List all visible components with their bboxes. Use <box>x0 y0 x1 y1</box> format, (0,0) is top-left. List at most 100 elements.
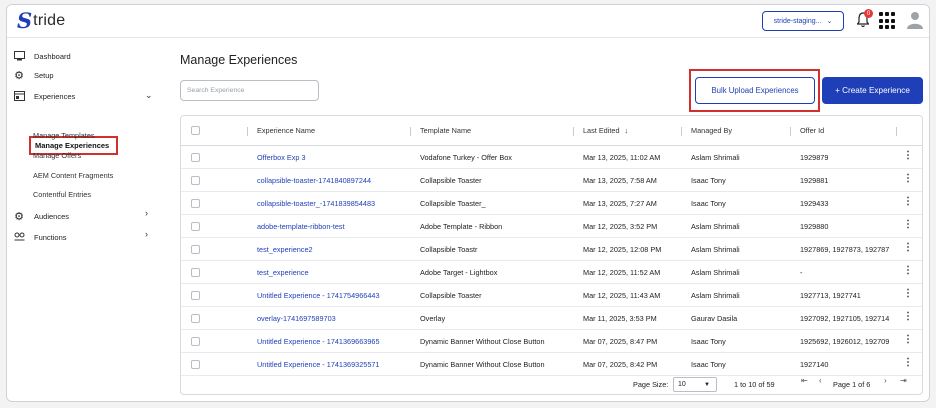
sidebar: Dashboard ⚙ Setup Experiences ⌄ Manage E… <box>7 39 164 401</box>
sidebar-item-dashboard[interactable]: Dashboard <box>13 49 71 63</box>
table-row[interactable]: adobe-template-ribbon-test Adobe Template… <box>181 215 922 238</box>
sidebar-subitem-manage-offers[interactable]: Manage Offers <box>33 151 81 160</box>
row-menu-icon[interactable]: ⋮ <box>903 282 913 304</box>
row-menu-icon[interactable]: ⋮ <box>903 305 913 327</box>
row-checkbox[interactable] <box>191 169 200 191</box>
managed-by: Isaac Tony <box>691 175 726 185</box>
arrow-down-icon: ↓ <box>624 126 629 135</box>
last-page-icon[interactable]: ⇥ <box>900 376 907 385</box>
chevron-down-icon: ⌄ <box>826 18 833 25</box>
app-window: S tride stride-staging... ⌄ 0 Dashboard … <box>6 4 930 402</box>
sidebar-subitem-contentful-entries[interactable]: Contentful Entries <box>33 190 91 199</box>
offer-id: - <box>800 267 803 277</box>
create-experience-button[interactable]: + Create Experience <box>822 77 923 104</box>
next-page-icon[interactable]: › <box>884 376 887 385</box>
row-menu-icon[interactable]: ⋮ <box>903 236 913 258</box>
sidebar-item-experiences[interactable]: Experiences <box>13 89 75 103</box>
row-menu-icon[interactable]: ⋮ <box>903 167 913 189</box>
stride-logo[interactable]: S tride <box>17 10 66 31</box>
environment-select[interactable]: stride-staging... ⌄ <box>762 11 844 31</box>
sidebar-item-label: Functions <box>34 232 67 242</box>
managed-by: Isaac Tony <box>691 198 726 208</box>
table-row[interactable]: Untitled Experience - 1741369663965 Dynam… <box>181 330 922 353</box>
row-menu-icon[interactable]: ⋮ <box>903 213 913 235</box>
column-template-name[interactable]: Template Name <box>420 116 471 145</box>
table-header: Experience Name Template Name Last Edite… <box>181 116 922 146</box>
pagination-page: Page 1 of 6 <box>833 379 871 389</box>
audiences-icon: ⚙ <box>14 210 24 223</box>
column-experience-name[interactable]: Experience Name <box>257 116 315 145</box>
row-checkbox[interactable] <box>191 238 200 260</box>
experience-name-link[interactable]: Untitled Experience - 1741369663965 <box>257 330 417 352</box>
row-menu-icon[interactable]: ⋮ <box>903 259 913 281</box>
table-row[interactable]: test_experience Adobe Target - Lightbox Ma… <box>181 261 922 284</box>
table-row[interactable]: test_experience2 Collapsible Toastr Mar 12… <box>181 238 922 261</box>
table-row[interactable]: collapsible-toaster_-1741839854483 Collap… <box>181 192 922 215</box>
experience-name-link[interactable]: overlay-1741697589703 <box>257 307 417 329</box>
select-all-checkbox[interactable] <box>191 116 200 145</box>
dashboard-icon <box>13 50 25 62</box>
last-edited: Mar 13, 2025, 7:27 AM <box>583 198 657 208</box>
last-edited: Mar 11, 2025, 3:53 PM <box>583 313 657 323</box>
chevron-right-icon[interactable]: › <box>145 208 148 218</box>
bulk-upload-button[interactable]: Bulk Upload Experiences <box>695 77 815 104</box>
table-row[interactable]: Untitled Experience - 1741754966443 Colla… <box>181 284 922 307</box>
template-name: Collapsible Toaster <box>420 290 482 300</box>
table-row[interactable]: Offerbox Exp 3 Vodafone Turkey - Offer Bo… <box>181 146 922 169</box>
row-checkbox[interactable] <box>191 146 200 168</box>
offer-id: 1929433 <box>800 198 829 208</box>
experience-name-link[interactable]: Offerbox Exp 3 <box>257 146 417 168</box>
row-menu-icon[interactable]: ⋮ <box>903 144 913 166</box>
row-checkbox[interactable] <box>191 192 200 214</box>
last-edited: Mar 13, 2025, 7:58 AM <box>583 175 657 185</box>
managed-by: Aslam Shrimali <box>691 244 740 254</box>
last-edited: Mar 07, 2025, 8:47 PM <box>583 336 658 346</box>
managed-by: Isaac Tony <box>691 336 726 346</box>
column-last-edited[interactable]: Last Edited ↓ <box>583 116 628 145</box>
template-name: Overlay <box>420 313 446 323</box>
row-checkbox[interactable] <box>191 307 200 329</box>
row-menu-icon[interactable]: ⋮ <box>903 328 913 350</box>
experience-name-link[interactable]: collapsible-toaster_-1741839854483 <box>257 192 417 214</box>
row-checkbox[interactable] <box>191 330 200 352</box>
page-size-select[interactable]: 10 ▼ <box>673 377 717 392</box>
experience-name-link[interactable]: test_experience <box>257 261 417 283</box>
previous-page-icon[interactable]: ‹ <box>819 376 822 385</box>
sidebar-subitem-aem-content-fragments[interactable]: AEM Content Fragments <box>33 171 113 180</box>
logo-text: tride <box>33 12 66 29</box>
chevron-right-icon[interactable]: › <box>145 229 148 239</box>
experience-name-link[interactable]: collapsible-toaster-1741840897244 <box>257 169 417 191</box>
last-edited: Mar 12, 2025, 12:08 PM <box>583 244 662 254</box>
page-size-value: 10 <box>678 381 686 388</box>
row-menu-icon[interactable]: ⋮ <box>903 190 913 212</box>
table-row[interactable]: overlay-1741697589703 Overlay Mar 11, 2025… <box>181 307 922 330</box>
sidebar-subitem-label: Manage Experiences <box>35 141 110 150</box>
first-page-icon[interactable]: ⇤ <box>801 376 808 385</box>
experience-name-link[interactable]: Untitled Experience - 1741754966443 <box>257 284 417 306</box>
offer-id: 1927092, 1927105, 192714 <box>800 313 890 323</box>
column-managed-by[interactable]: Managed By <box>691 116 732 145</box>
experiences-icon <box>13 90 25 102</box>
chevron-down-icon[interactable]: ⌄ <box>145 90 153 101</box>
experience-name-link[interactable]: test_experience2 <box>257 238 417 260</box>
pagination-bar: Page Size: 10 ▼ 1 to 10 of 59 ⇤ ‹ Page 1… <box>181 372 922 394</box>
sidebar-item-label: Dashboard <box>34 51 71 61</box>
user-avatar-icon[interactable] <box>907 11 923 29</box>
sidebar-item-setup[interactable]: ⚙ Setup <box>13 68 54 82</box>
template-name: Collapsible Toaster <box>420 175 482 185</box>
template-name: Vodafone Turkey - Offer Box <box>420 152 512 162</box>
search-input[interactable]: Search Experience <box>180 80 319 101</box>
top-bar: S tride stride-staging... ⌄ 0 <box>7 5 929 38</box>
row-menu-icon[interactable]: ⋮ <box>903 351 913 373</box>
row-checkbox[interactable] <box>191 284 200 306</box>
sidebar-subitem-manage-templates[interactable]: Manage Templates <box>33 131 95 140</box>
sidebar-item-audiences[interactable]: ⚙ Audiences <box>13 209 69 223</box>
apps-grid-icon[interactable] <box>879 12 897 30</box>
table-row[interactable]: collapsible-toaster-1741840897244 Collaps… <box>181 169 922 192</box>
sidebar-item-functions[interactable]: Functions <box>13 230 67 244</box>
row-checkbox[interactable] <box>191 261 200 283</box>
experience-name-link[interactable]: adobe-template-ribbon-test <box>257 215 417 237</box>
gear-icon: ⚙ <box>14 69 24 82</box>
row-checkbox[interactable] <box>191 215 200 237</box>
column-offer-id[interactable]: Offer Id <box>800 116 824 145</box>
